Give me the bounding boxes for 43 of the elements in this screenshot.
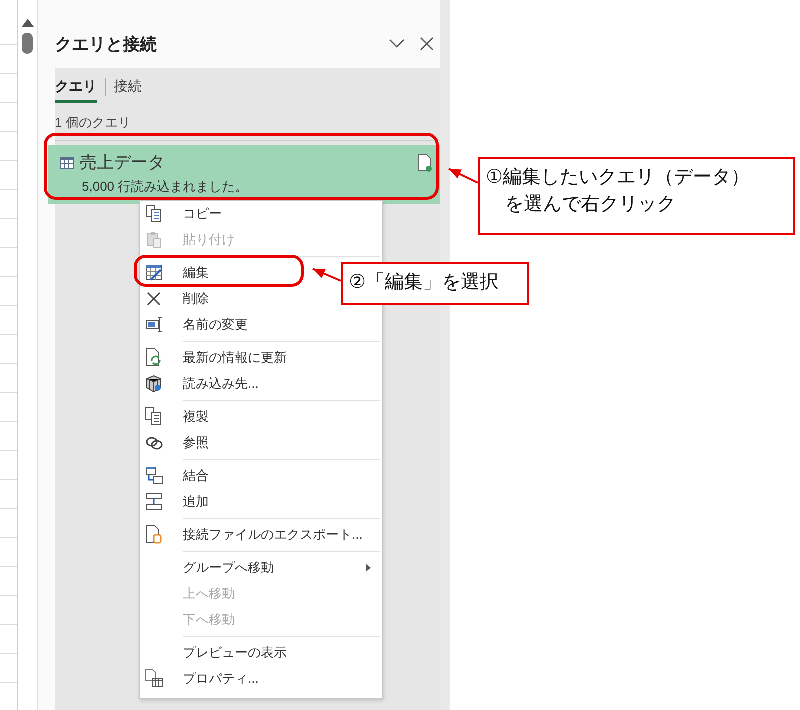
menu-item[interactable]: 結合 xyxy=(140,465,219,487)
close-icon xyxy=(420,37,434,51)
menu-item[interactable]: 編集 xyxy=(140,262,219,284)
scroll-up-icon[interactable] xyxy=(22,19,34,27)
menu-item[interactable]: 複製 xyxy=(140,406,219,428)
query-count: 1 個のクエリ xyxy=(55,104,440,141)
table-edit-icon xyxy=(145,263,163,283)
menu-item[interactable]: プロパティ... xyxy=(140,668,269,690)
menu-item[interactable]: プレビューの表示 xyxy=(140,642,297,664)
chevron-down-icon xyxy=(388,38,406,50)
menu-item[interactable]: 読み込み先... xyxy=(140,373,269,395)
tab[interactable]: クエリ xyxy=(55,76,97,102)
merge-icon xyxy=(145,466,163,486)
callout-text: を選んで右クリック xyxy=(504,192,676,217)
query-status: 5,000 行読み込まれました。 xyxy=(81,178,250,196)
menu-item[interactable]: コピー xyxy=(140,203,232,225)
query-name: 売上データ xyxy=(80,152,165,174)
document-refresh-icon xyxy=(418,154,432,172)
menu-item[interactable]: 最新の情報に更新 xyxy=(140,347,297,369)
scrollbar-thumb[interactable] xyxy=(22,33,33,54)
menu-item[interactable]: 名前の変更 xyxy=(140,314,258,336)
close-button[interactable] xyxy=(420,37,434,51)
callout-text: ①編集したいクエリ（データ） xyxy=(486,166,750,190)
menu-item[interactable]: 参照 xyxy=(140,432,219,454)
table-icon xyxy=(60,156,74,168)
copy-icon xyxy=(145,204,163,224)
rename-icon xyxy=(145,315,163,335)
refresh-icon xyxy=(145,348,163,368)
panel-title: クエリと接続 xyxy=(55,34,158,56)
query-item[interactable]: 売上データ 5,000 行読み込まれました。 xyxy=(48,145,440,204)
menu-item[interactable]: 削除 xyxy=(140,288,219,310)
menu-item[interactable]: グループへ移動 xyxy=(140,557,382,579)
duplicate-icon xyxy=(145,407,163,427)
cube-gear-icon xyxy=(145,374,163,394)
properties-icon xyxy=(145,669,163,689)
collapse-button[interactable] xyxy=(388,38,406,50)
callout-text: ②「編集」を選択 xyxy=(349,271,500,295)
menu-item[interactable]: 追加 xyxy=(140,491,219,513)
menu-item[interactable]: 接続ファイルのエクスポート... xyxy=(140,524,373,546)
tab[interactable]: 接続 xyxy=(114,76,142,102)
append-icon xyxy=(145,492,163,512)
paste-icon xyxy=(145,230,163,250)
export-icon xyxy=(145,525,163,545)
